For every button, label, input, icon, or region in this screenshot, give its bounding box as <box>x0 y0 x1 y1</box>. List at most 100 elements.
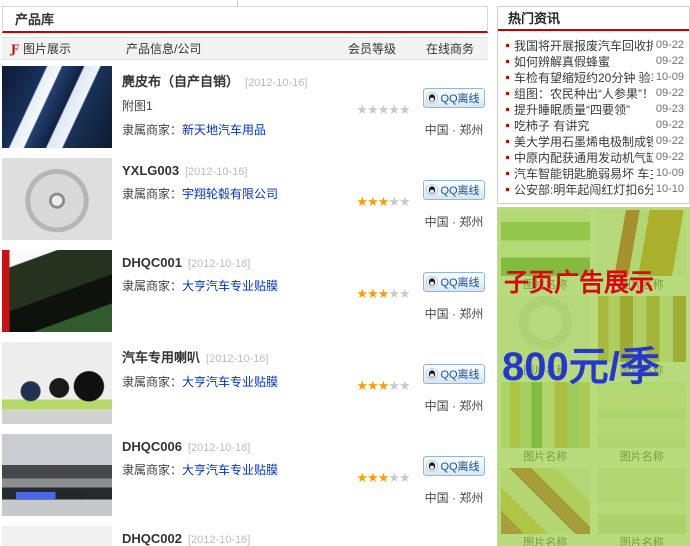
image-display-icon: Ƒ <box>11 41 19 57</box>
product-row: 麂皮布（自产自销）[2012-10-16] 附图1 隶属商家：新天地汽车用品 ★… <box>2 66 488 152</box>
product-info: 麂皮布（自产自销）[2012-10-16] 附图1 隶属商家：新天地汽车用品 <box>112 66 344 152</box>
qq-button-label: QQ离线 <box>440 458 479 474</box>
qq-offline-button[interactable]: QQ离线 <box>423 272 484 292</box>
product-date: [2012-10-16] <box>188 258 250 270</box>
product-date: [2012-10-16] <box>188 534 250 546</box>
news-item[interactable]: 美大学用石墨烯电极制成锂电09-22 <box>506 133 684 149</box>
stars-filled: ★★★ <box>356 286 388 301</box>
qq-offline-button[interactable]: QQ离线 <box>423 180 484 200</box>
product-row: 汽车专用喇叭[2012-10-16] 隶属商家：大亨汽车专业贴膜 ★★★★★ Q… <box>2 342 488 428</box>
qq-offline-button[interactable]: QQ离线 <box>423 88 484 108</box>
product-name: YXLG003 <box>122 163 179 178</box>
qq-offline-button[interactable]: QQ离线 <box>423 364 484 384</box>
qq-button-label: QQ离线 <box>440 182 479 198</box>
qq-button-label: QQ离线 <box>440 274 479 290</box>
hot-news-box: 热门资讯 我国将开展报废汽车回收拆解09-22 如何辨解真假蜂蜜09-22 车检… <box>497 6 690 204</box>
product-image[interactable] <box>2 342 112 424</box>
product-name: DHQC001 <box>122 255 182 270</box>
product-location: 中国 · 郑州 <box>422 397 486 414</box>
news-item[interactable]: 组图：农民种出“人参果”！09-22 <box>506 85 684 101</box>
member-level-stars: ★★★★★ <box>344 342 422 428</box>
member-level-stars: ★★★★★ <box>344 250 422 336</box>
product-info: 汽车专用喇叭[2012-10-16] 隶属商家：大亨汽车专业贴膜 <box>112 342 344 428</box>
product-location: 中国 · 郑州 <box>422 213 486 230</box>
bullet-icon <box>506 140 509 143</box>
news-item-date: 10-09 <box>656 71 684 83</box>
qq-penguin-icon <box>426 368 438 380</box>
news-item-text: 车检有望缩短约20分钟 验车将 <box>514 69 653 85</box>
news-item-date: 09-22 <box>656 151 684 163</box>
ad-price-label: 800元/季 <box>502 334 660 392</box>
product-name: 麂皮布（自产自销） <box>122 74 239 89</box>
online-cell: QQ离线 中国 · 郑州 <box>422 526 486 546</box>
stars-empty: ★★★★★ <box>356 102 409 117</box>
qq-penguin-icon <box>426 184 438 196</box>
news-item-date: 09-22 <box>656 119 684 131</box>
news-item-text: 如何辨解真假蜂蜜 <box>514 53 653 69</box>
stars-filled: ★★★ <box>356 378 388 393</box>
news-item[interactable]: 汽车智能钥匙脆弱易坏 车主需10-09 <box>506 165 684 181</box>
qq-penguin-icon <box>426 92 438 104</box>
merchant-label: 隶属商家： <box>122 463 182 477</box>
news-item-date: 09-22 <box>656 39 684 51</box>
online-cell: QQ离线 中国 · 郑州 <box>422 66 486 152</box>
news-item-text: 公安部:明年起闯红灯扣6分 挡 <box>514 181 653 197</box>
hot-news-list: 我国将开展报废汽车回收拆解09-22 如何辨解真假蜂蜜09-22 车检有望缩短约… <box>498 31 689 203</box>
product-date: [2012-10-16] <box>245 77 307 89</box>
product-location: 中国 · 郑州 <box>422 121 486 138</box>
bullet-icon <box>506 92 509 95</box>
online-cell: QQ离线 中国 · 郑州 <box>422 342 486 428</box>
news-item[interactable]: 提升睡眠质量“四要领”09-23 <box>506 101 684 117</box>
online-cell: QQ离线 中国 · 郑州 <box>422 434 486 520</box>
qq-penguin-icon <box>426 276 438 288</box>
product-library-panel: 产品库 Ƒ 图片展示 产品信息/公司 会员等级 在线商务 麂皮布（自产自销）[2… <box>2 6 488 546</box>
qq-penguin-icon <box>426 460 438 472</box>
bullet-icon <box>506 60 509 63</box>
product-image[interactable] <box>2 66 112 148</box>
news-item-date: 10-09 <box>656 167 684 179</box>
news-item-date: 10-10 <box>656 183 684 195</box>
merchant-link[interactable]: 大亨汽车专业贴膜 <box>182 375 278 389</box>
merchant-label: 隶属商家： <box>122 187 182 201</box>
merchant-link[interactable]: 宇翔轮毂有限公司 <box>182 187 278 201</box>
qq-offline-button[interactable]: QQ离线 <box>423 456 484 476</box>
news-item-text: 组图：农民种出“人参果”！ <box>514 85 653 101</box>
merchant-link[interactable]: 大亨汽车专业贴膜 <box>182 279 278 293</box>
product-image[interactable] <box>2 526 112 546</box>
stars-empty: ★★ <box>388 378 409 393</box>
product-attachment[interactable]: 附图1 <box>122 97 344 114</box>
news-item-date: 09-23 <box>656 103 684 115</box>
product-image[interactable] <box>2 158 112 240</box>
product-info: DHQC006[2012-10-16] 隶属商家：大亨汽车专业贴膜 <box>112 434 344 520</box>
qq-button-label: QQ离线 <box>440 366 479 382</box>
right-sidebar: 热门资讯 我国将开展报废汽车回收拆解09-22 如何辨解真假蜂蜜09-22 车检… <box>497 6 690 546</box>
news-item[interactable]: 中原内配获通用发动机气缸套09-22 <box>506 149 684 165</box>
column-header-online: 在线商务 <box>426 40 488 57</box>
merchant-link[interactable]: 大亨汽车专业贴膜 <box>182 463 278 477</box>
product-row: DHQC006[2012-10-16] 隶属商家：大亨汽车专业贴膜 ★★★★★ … <box>2 434 488 520</box>
product-info: YXLG003 [2012-10-16] 隶属商家：宇翔轮毂有限公司 <box>112 158 344 244</box>
stars-empty: ★★ <box>388 286 409 301</box>
news-item[interactable]: 吃柿子 有讲究09-22 <box>506 117 684 133</box>
product-date: [2012-10-16] <box>185 166 247 178</box>
product-image[interactable] <box>2 250 112 332</box>
product-image[interactable] <box>2 434 112 516</box>
online-cell: QQ离线 中国 · 郑州 <box>422 250 486 336</box>
stars-empty: ★★ <box>388 470 409 485</box>
news-item[interactable]: 车检有望缩短约20分钟 验车将10-09 <box>506 69 684 85</box>
ad-placeholder-zone[interactable]: 图片名称 图片名称 图片名称 图片名称 图片名称 图片名称 图片名称 图片名称 … <box>497 207 690 546</box>
news-item-text: 提升睡眠质量“四要领” <box>514 101 653 117</box>
bullet-icon <box>506 172 509 175</box>
news-item[interactable]: 公安部:明年起闯红灯扣6分 挡10-10 <box>506 181 684 197</box>
news-item[interactable]: 如何辨解真假蜂蜜09-22 <box>506 53 684 69</box>
merchant-link[interactable]: 新天地汽车用品 <box>182 123 266 137</box>
bullet-icon <box>506 156 509 159</box>
product-name: 汽车专用喇叭 <box>122 350 200 365</box>
bullet-icon <box>506 188 509 191</box>
member-level-stars: ★★★★★ <box>344 66 422 152</box>
merchant-label: 隶属商家： <box>122 375 182 389</box>
news-item[interactable]: 我国将开展报废汽车回收拆解09-22 <box>506 37 684 53</box>
stars-empty: ★★ <box>388 194 409 209</box>
news-item-text: 美大学用石墨烯电极制成锂电 <box>514 133 653 149</box>
column-header-image-label: 图片展示 <box>23 40 71 57</box>
